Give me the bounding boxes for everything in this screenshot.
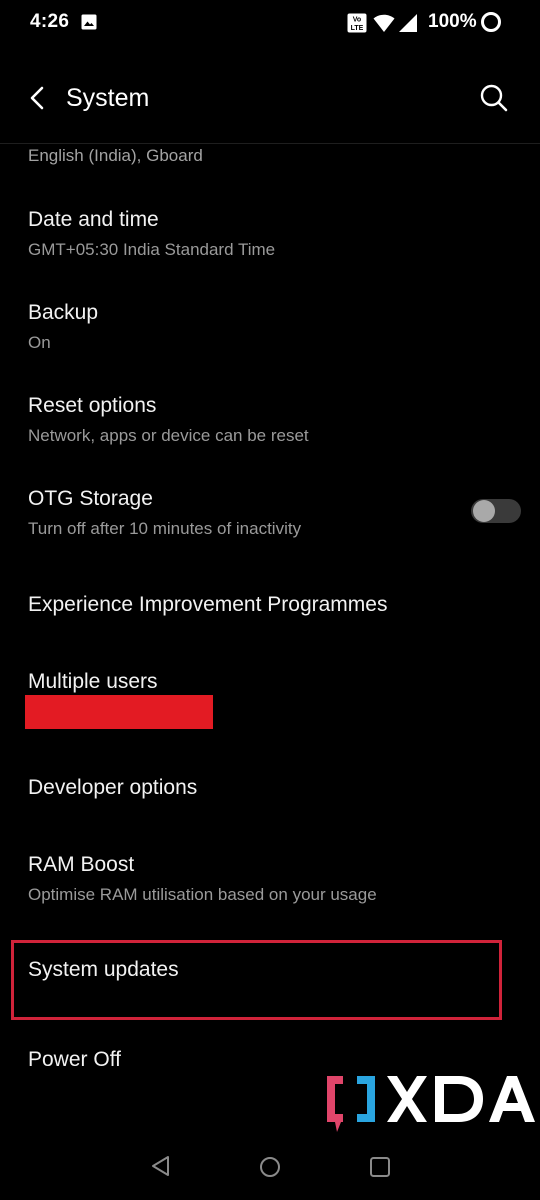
nav-back-icon[interactable] — [149, 1154, 173, 1178]
wifi-icon — [373, 14, 395, 32]
list-item-title: Multiple users — [28, 670, 158, 693]
gallery-icon — [81, 14, 97, 30]
list-item-title: OTG Storage — [28, 487, 153, 510]
list-item-subtitle: Network, apps or device can be reset — [28, 426, 309, 445]
list-item-ram-boost[interactable]: RAM Boost Optimise RAM utilisation based… — [0, 835, 540, 925]
chevron-left-icon[interactable] — [24, 82, 52, 114]
status-bar: 4:26 Vo LTE 100% — [0, 0, 540, 46]
app-header: System — [0, 60, 540, 140]
list-item-subtitle: GMT+05:30 India Standard Time — [28, 240, 276, 259]
svg-text:LTE: LTE — [351, 25, 364, 32]
highlight-box — [11, 940, 502, 1020]
search-icon[interactable] — [478, 82, 510, 114]
list-item-subtitle: On — [28, 333, 51, 352]
list-item-developer-options[interactable]: Developer options — [0, 750, 540, 830]
list-item-title: Developer options — [28, 776, 198, 799]
battery-percentage: 100% — [428, 11, 477, 32]
nav-recents-icon[interactable] — [369, 1156, 391, 1178]
signal-icon — [399, 14, 417, 32]
redaction-bar — [25, 695, 213, 729]
list-item-title: Reset options — [28, 394, 157, 417]
list-item-title: Experience Improvement Programmes — [28, 593, 388, 616]
list-item-date-and-time[interactable]: Date and time GMT+05:30 India Standard T… — [0, 190, 540, 280]
toggle-knob — [473, 500, 495, 522]
nav-home-icon[interactable] — [258, 1155, 282, 1179]
list-item-reset-options[interactable]: Reset options Network, apps or device ca… — [0, 376, 540, 466]
list-item-experience-improvement[interactable]: Experience Improvement Programmes — [0, 565, 540, 645]
list-item-title: Date and time — [28, 208, 159, 231]
list-item-title: Power Off — [28, 1048, 121, 1071]
list-item-languages[interactable]: English (India), Gboard — [0, 144, 540, 184]
list-item-title: RAM Boost — [28, 853, 135, 876]
xda-logo — [327, 1076, 535, 1132]
status-time: 4:26 — [30, 11, 70, 32]
svg-text:Vo: Vo — [353, 17, 361, 24]
list-item-subtitle: Optimise RAM utilisation based on your u… — [28, 885, 377, 904]
list-item-subtitle: English (India), Gboard — [28, 146, 203, 165]
list-item-backup[interactable]: Backup On — [0, 283, 540, 373]
list-item-title: Backup — [28, 301, 99, 324]
list-item-subtitle: Turn off after 10 minutes of inactivity — [28, 519, 302, 538]
volte-icon: Vo LTE — [347, 13, 367, 33]
page-title: System — [66, 84, 150, 112]
list-item-otg-storage[interactable]: OTG Storage Turn off after 10 minutes of… — [0, 469, 540, 559]
otg-storage-toggle[interactable] — [471, 499, 521, 523]
battery-ring-icon — [481, 12, 501, 32]
